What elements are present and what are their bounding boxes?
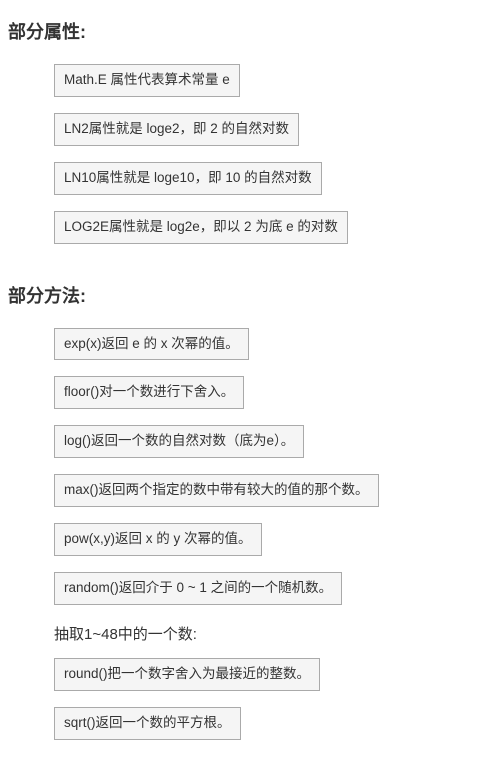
properties-list: Math.E 属性代表算术常量 e LN2属性就是 loge2，即 2 的自然对… xyxy=(0,64,500,260)
method-item: pow(x,y)返回 x 的 y 次幂的值。 xyxy=(54,523,262,556)
property-item: LN2属性就是 loge2，即 2 的自然对数 xyxy=(54,113,299,146)
property-item: Math.E 属性代表算术常量 e xyxy=(54,64,240,97)
document-root: 部分属性: Math.E 属性代表算术常量 e LN2属性就是 loge2，即 … xyxy=(0,18,500,756)
section-heading-methods: 部分方法: xyxy=(8,282,500,308)
property-item: LN10属性就是 loge10，即 10 的自然对数 xyxy=(54,162,322,195)
method-item: random()返回介于 0 ~ 1 之间的一个随机数。 xyxy=(54,572,342,605)
property-item: LOG2E属性就是 log2e，即以 2 为底 e 的对数 xyxy=(54,211,348,244)
method-item: exp(x)返回 e 的 x 次幂的值。 xyxy=(54,328,249,361)
method-item: max()返回两个指定的数中带有较大的值的那个数。 xyxy=(54,474,379,507)
example-label: 抽取1~48中的一个数: xyxy=(54,623,500,644)
method-item: round()把一个数字舍入为最接近的整数。 xyxy=(54,658,320,691)
method-item: floor()对一个数进行下舍入。 xyxy=(54,376,244,409)
methods-list: exp(x)返回 e 的 x 次幂的值。 floor()对一个数进行下舍入。 l… xyxy=(0,328,500,756)
section-heading-properties: 部分属性: xyxy=(8,18,500,44)
method-item: sqrt()返回一个数的平方根。 xyxy=(54,707,241,740)
method-item: log()返回一个数的自然对数（底为e）。 xyxy=(54,425,304,458)
